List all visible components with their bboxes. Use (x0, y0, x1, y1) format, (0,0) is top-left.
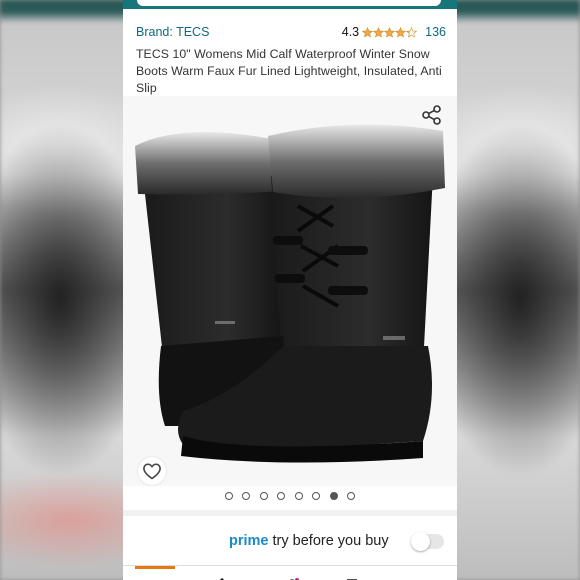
home-icon[interactable] (213, 573, 231, 580)
search-bar[interactable] (137, 0, 441, 6)
prime-logo-text: prime (229, 533, 269, 549)
gallery-dot[interactable] (277, 492, 286, 500)
gallery-pagination[interactable] (123, 492, 457, 504)
gallery-dot[interactable] (242, 492, 251, 500)
product-title: TECS 10" Womens Mid Calf Waterproof Wint… (136, 47, 442, 95)
prime-try-label: prime try before you buy (229, 533, 389, 549)
star-icon (362, 26, 374, 38)
gallery-dot[interactable] (312, 492, 321, 500)
gallery-dot[interactable] (259, 492, 268, 500)
cart-icon[interactable] (343, 573, 361, 580)
rating-summary[interactable]: 4.3 136 (342, 25, 446, 39)
gallery-dot[interactable] (347, 492, 356, 500)
brand-rating-row: Brand: TECS 4.3 136 (136, 24, 446, 40)
product-image (135, 124, 445, 463)
prime-try-before-buy-row: prime try before you buy (123, 526, 457, 556)
product-page: Brand: TECS 4.3 136 TECS 10" Womens Mid … (123, 0, 457, 580)
try-before-you-buy-text: try before you buy (272, 533, 389, 549)
star-icon (384, 26, 396, 38)
app-header (123, 0, 457, 9)
toggle-knob[interactable] (411, 532, 430, 551)
prime-try-toggle[interactable] (411, 532, 444, 551)
product-image-gallery[interactable] (123, 96, 457, 486)
section-divider (123, 510, 457, 516)
star-icon (406, 26, 418, 38)
brand-link[interactable]: Brand: TECS (136, 25, 209, 39)
menu-icon[interactable] (413, 573, 431, 580)
heart-icon (143, 463, 161, 480)
star-icon (373, 26, 385, 38)
review-count[interactable]: 136 (425, 25, 446, 39)
wishlist-button[interactable] (138, 457, 166, 485)
gallery-dot[interactable] (224, 492, 233, 500)
share-icon (422, 105, 441, 125)
account-icon[interactable] (283, 573, 301, 580)
share-button[interactable] (421, 104, 443, 126)
active-tab-indicator (135, 566, 175, 569)
rating-value: 4.3 (341, 25, 360, 39)
star-icon (395, 26, 407, 38)
bottom-nav-bar (123, 565, 457, 580)
gallery-dot[interactable] (294, 492, 303, 500)
star-rating (362, 26, 418, 38)
gallery-dot[interactable] (329, 492, 338, 500)
product-info: Brand: TECS 4.3 136 TECS 10" Womens Mid … (136, 24, 446, 97)
